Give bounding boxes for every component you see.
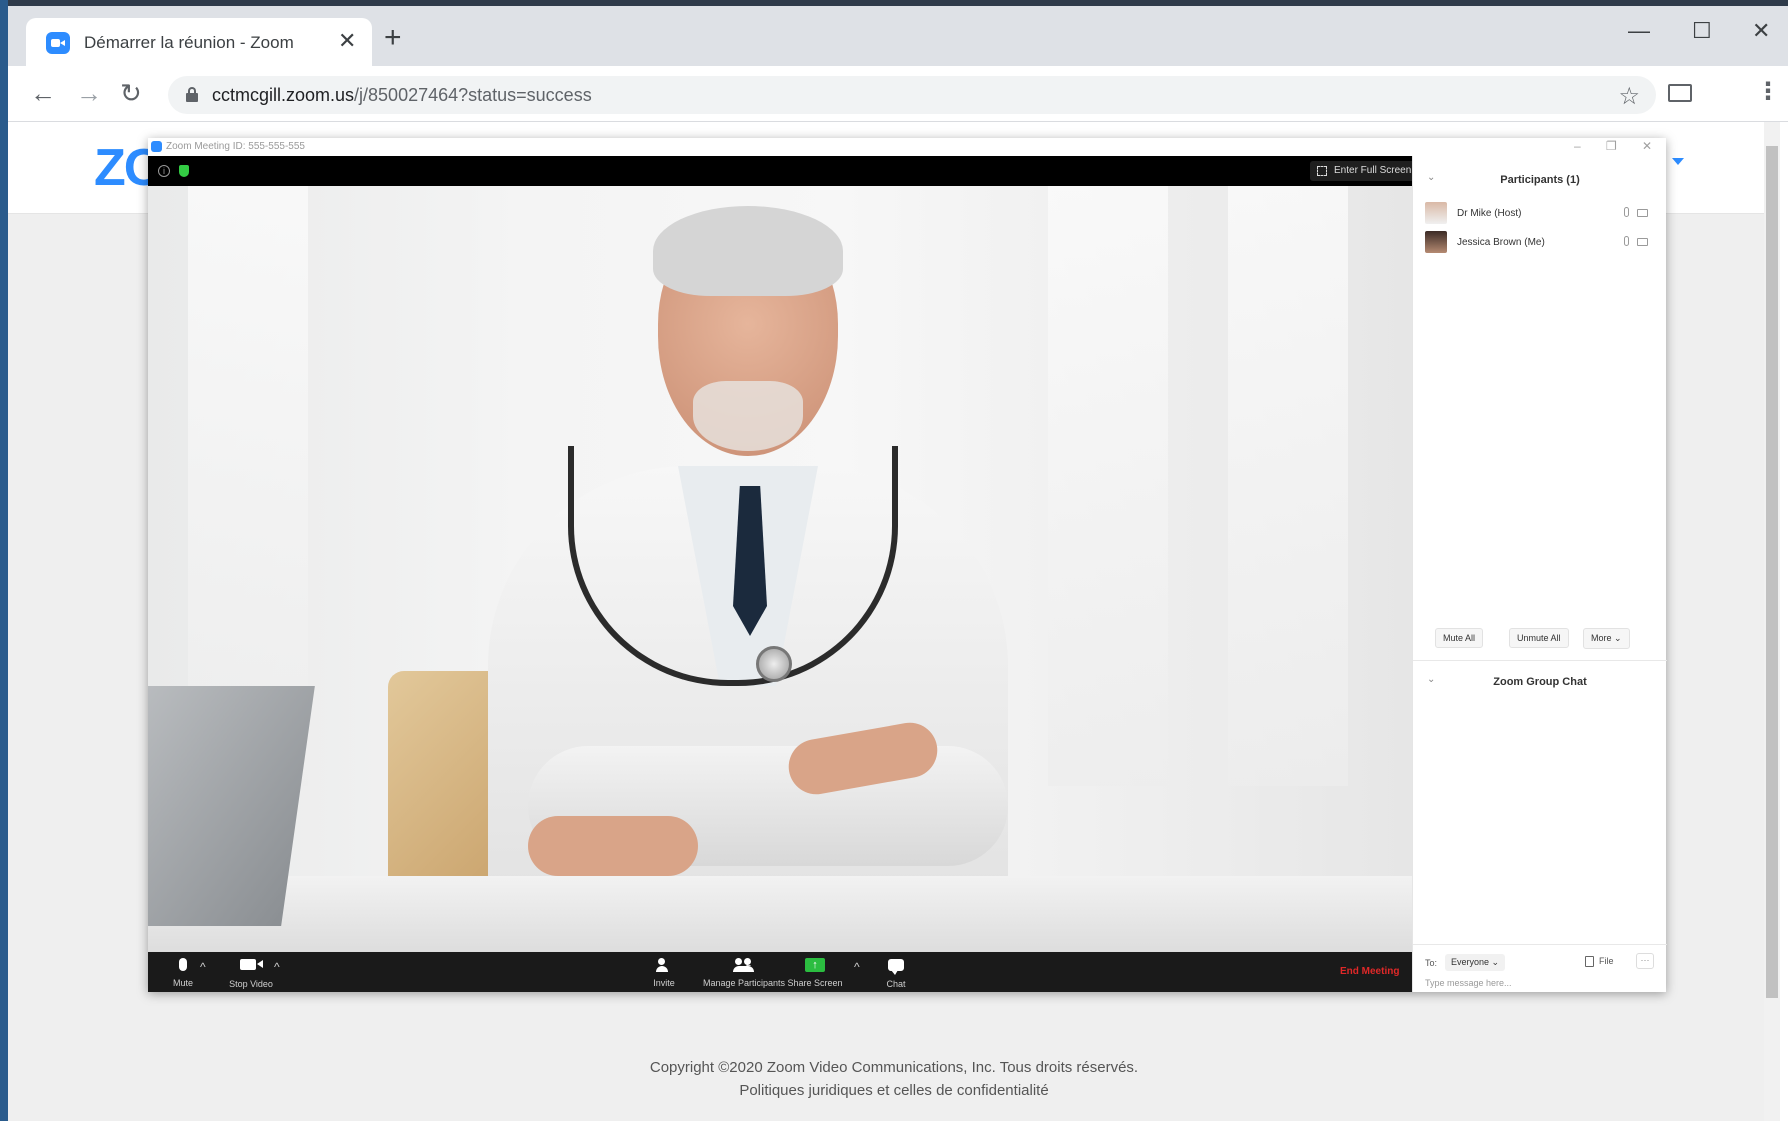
video-top-bar: i Enter Full Screen [148, 156, 1420, 186]
divider [1413, 944, 1667, 945]
meeting-restore-icon[interactable]: ❐ [1606, 139, 1617, 153]
microphone-icon[interactable] [1624, 236, 1629, 246]
side-panel: ⌄ Participants (1) Dr Mike (Host) Jessic… [1412, 156, 1667, 992]
doctor-beard [693, 381, 803, 451]
new-tab-icon[interactable]: + [384, 23, 402, 53]
legal-link[interactable]: Politiques juridiques et celles de confi… [8, 1079, 1780, 1102]
chat-bubble-icon [888, 959, 904, 975]
divider [1413, 660, 1667, 661]
chat-recipient-select[interactable]: Everyone ⌄ [1445, 954, 1506, 971]
chat-more-button[interactable]: ··· [1636, 953, 1654, 969]
share-options-chevron-icon[interactable]: ^ [854, 960, 860, 974]
doctor-hair [653, 206, 843, 296]
forward-icon[interactable]: → [76, 80, 102, 106]
invite-label: Invite [653, 978, 675, 988]
tab-title: Démarrer la réunion - Zoom [84, 33, 294, 52]
close-window-icon[interactable]: ✕ [1752, 20, 1770, 42]
fullscreen-icon [1317, 166, 1327, 176]
tab-close-icon[interactable]: ✕ [338, 30, 356, 52]
url-path: /j/850027464?status=success [354, 85, 592, 105]
back-icon[interactable]: ← [30, 80, 56, 106]
file-icon[interactable] [1585, 956, 1594, 967]
participant-row[interactable]: Jessica Brown (Me) [1425, 231, 1657, 255]
mute-label: Mute [172, 978, 193, 988]
manage-participants-label: Manage Participants [702, 978, 786, 988]
video-camera-icon[interactable] [1637, 238, 1648, 246]
enter-full-screen-button[interactable]: Enter Full Screen [1310, 161, 1420, 181]
meeting-minimize-icon[interactable]: – [1574, 139, 1581, 153]
file-button[interactable]: File [1599, 956, 1614, 966]
participant-name: Dr Mike (Host) [1457, 208, 1522, 219]
participant-video-feed [148, 186, 1412, 952]
video-options-chevron-icon[interactable]: ^ [274, 960, 280, 974]
participants-header: Participants (1) [1500, 174, 1580, 186]
share-screen-icon: ↑ [805, 958, 825, 972]
chat-button[interactable]: Chat [861, 956, 931, 989]
participant-name: Jessica Brown (Me) [1457, 237, 1545, 248]
window-frame-edge [0, 0, 8, 1121]
more-button[interactable]: More ⌄ [1583, 628, 1630, 649]
page-scrollbar[interactable] [1764, 122, 1780, 1121]
chat-to-label: To: [1425, 958, 1438, 968]
avatar [1425, 202, 1447, 224]
fullscreen-label: Enter Full Screen [1334, 165, 1412, 176]
share-screen-label: Share Screen [787, 978, 843, 988]
chat-header: Zoom Group Chat [1493, 676, 1587, 688]
cast-icon[interactable] [1668, 84, 1692, 102]
reload-icon[interactable]: ↻ [120, 80, 142, 106]
chat-message-input[interactable]: Type message here... [1425, 978, 1512, 988]
meeting-close-icon[interactable]: ✕ [1642, 139, 1652, 153]
meeting-controls-bar: Mute ^ Stop Video ^ Invite 2 Manage Part… [148, 952, 1412, 992]
audio-options-chevron-icon[interactable]: ^ [200, 960, 206, 974]
participant-row[interactable]: Dr Mike (Host) [1425, 202, 1657, 226]
background-window [1228, 186, 1348, 786]
url-host: cctmcgill.zoom.us [212, 85, 355, 105]
zoom-app-icon [151, 141, 162, 152]
zoom-meeting-window: Zoom Meeting ID: 555-555-555 – ❐ ✕ i Ent… [148, 138, 1667, 992]
video-area: i Enter Full Screen Mute ^ Stop Video ^ … [148, 156, 1420, 992]
background-window [1048, 186, 1168, 786]
minimize-icon[interactable]: — [1628, 20, 1650, 42]
video-camera-icon [240, 959, 263, 970]
video-camera-icon[interactable] [1637, 209, 1648, 217]
chat-label: Chat [886, 979, 906, 989]
avatar [1425, 231, 1447, 253]
scrollbar-thumb[interactable] [1766, 146, 1778, 998]
meeting-title: Zoom Meeting ID: 555-555-555 [166, 141, 305, 152]
desk [148, 876, 1412, 952]
bookmark-star-icon[interactable]: ☆ [1618, 82, 1640, 111]
microphone-icon[interactable] [1624, 207, 1629, 217]
mute-all-button[interactable]: Mute All [1435, 628, 1484, 648]
hand [528, 816, 698, 876]
tab-strip: Démarrer la réunion - Zoom ✕ + — ☐ ✕ [8, 6, 1788, 68]
participant-count: 2 [746, 958, 752, 968]
lock-icon[interactable] [186, 87, 198, 102]
browser-tab-active[interactable]: Démarrer la réunion - Zoom ✕ [26, 18, 372, 68]
footer: Copyright ©2020 Zoom Video Communication… [8, 1056, 1780, 1102]
encryption-shield-icon[interactable] [179, 165, 189, 177]
browser-menu-icon[interactable]: ⋮ [1756, 80, 1780, 104]
invite-button[interactable]: Invite [629, 956, 699, 988]
zoom-favicon-icon [46, 32, 70, 54]
info-icon[interactable]: i [158, 165, 170, 177]
maximize-icon[interactable]: ☐ [1692, 20, 1712, 42]
stop-video-label: Stop Video [229, 979, 273, 989]
copyright-text: Copyright ©2020 Zoom Video Communication… [649, 1059, 1139, 1076]
mute-button[interactable]: Mute [148, 956, 218, 988]
stethoscope-bell [756, 646, 792, 682]
unmute-all-button[interactable]: Unmute All [1509, 628, 1569, 648]
meeting-titlebar: Zoom Meeting ID: 555-555-555 – ❐ ✕ [148, 138, 1666, 156]
url-text: cctmcgill.zoom.us/j/850027464?status=suc… [212, 85, 592, 106]
share-screen-button[interactable]: ↑ Share Screen [780, 956, 850, 988]
manage-participants-button[interactable]: 2 Manage Participants [694, 956, 794, 988]
address-bar[interactable]: cctmcgill.zoom.us/j/850027464?status=suc… [168, 76, 1656, 114]
invite-person-icon [656, 958, 672, 972]
browser-toolbar: ← → ↻ cctmcgill.zoom.us/j/850027464?stat… [8, 66, 1788, 122]
end-meeting-button[interactable]: End Meeting [1340, 966, 1399, 977]
microphone-icon [179, 958, 187, 971]
participants-icon [733, 958, 755, 972]
dropdown-caret-icon[interactable] [1672, 158, 1684, 165]
